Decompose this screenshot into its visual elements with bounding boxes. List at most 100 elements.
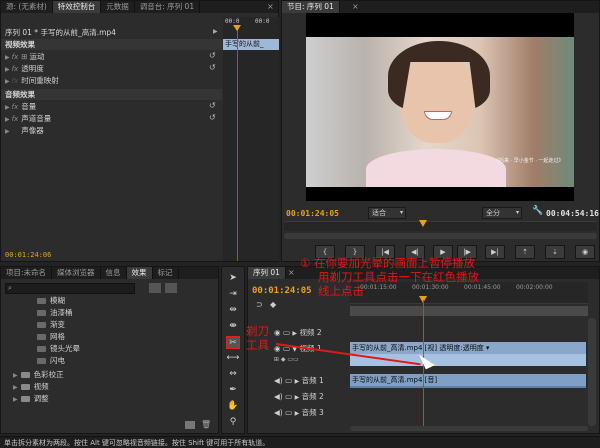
- export-frame-button[interactable]: ◉: [575, 245, 595, 259]
- track-keyframe-controls[interactable]: ⊞ ◆ ▭▭: [272, 356, 346, 366]
- play-only-icon[interactable]: ▶: [213, 28, 218, 35]
- reset-icon[interactable]: ↺: [209, 101, 216, 110]
- new-bin-icon[interactable]: [185, 421, 195, 429]
- wrench-icon[interactable]: 🔧: [532, 206, 543, 216]
- tab-program[interactable]: 节目: 序列 01: [282, 1, 340, 13]
- fx-icon[interactable]: fx: [12, 103, 19, 111]
- tab-markers[interactable]: 标记: [153, 267, 179, 279]
- list-item[interactable]: ▶ 调整: [13, 393, 49, 404]
- pm-time-ruler[interactable]: [284, 221, 597, 231]
- video-frame[interactable]: 《后来 · 早小金节 · 一起走过》: [306, 13, 574, 201]
- reset-icon[interactable]: ↺: [209, 63, 216, 72]
- lock-icon[interactable]: ▭: [283, 328, 290, 337]
- list-item[interactable]: 模糊: [37, 295, 65, 306]
- expand-icon[interactable]: ▶: [13, 396, 18, 403]
- panel-close-icon[interactable]: ×: [267, 2, 274, 11]
- track-header-audio-3[interactable]: ◀) ▭ ▶ 音频 3: [272, 406, 346, 420]
- lock-icon[interactable]: ▭: [285, 376, 292, 385]
- expand-icon[interactable]: ▶: [292, 330, 297, 337]
- speaker-icon[interactable]: ◀): [274, 392, 283, 401]
- hand-tool-icon[interactable]: ✋: [226, 400, 240, 413]
- list-item[interactable]: 油漆桶: [37, 307, 73, 318]
- tab-sequence[interactable]: 序列 01: [248, 267, 286, 279]
- expand-icon[interactable]: ▶: [5, 66, 10, 73]
- eye-icon[interactable]: ◉: [274, 328, 281, 337]
- marker-icon[interactable]: ◆: [270, 300, 276, 309]
- expand-icon[interactable]: ▶: [295, 378, 300, 385]
- expand-icon[interactable]: ▶: [5, 54, 10, 61]
- effect-row-time-remap[interactable]: ▶ fx 时间重映射: [1, 75, 59, 86]
- tab-source[interactable]: 源: (无素材): [1, 1, 53, 13]
- ec-playhead[interactable]: [237, 25, 238, 261]
- list-item[interactable]: ▶ 色彩校正: [13, 369, 64, 380]
- effects-search-field[interactable]: [17, 284, 133, 293]
- go-to-out-button[interactable]: ▶|: [485, 245, 505, 259]
- ripple-edit-tool-icon[interactable]: ⇹: [226, 304, 240, 317]
- speaker-icon[interactable]: ◀): [274, 408, 283, 417]
- slide-tool-icon[interactable]: ⇔: [226, 368, 240, 381]
- rolling-edit-tool-icon[interactable]: ⇼: [226, 320, 240, 333]
- lift-button[interactable]: ⇡: [515, 245, 535, 259]
- lock-icon[interactable]: ▭: [285, 408, 292, 417]
- fx-icon[interactable]: fx: [12, 65, 19, 73]
- list-item[interactable]: 闪电: [37, 355, 65, 366]
- pm-playhead-marker-icon[interactable]: [419, 220, 427, 227]
- tab-media-browser[interactable]: 媒体浏览器: [52, 267, 101, 279]
- fx-icon[interactable]: fx: [12, 115, 19, 123]
- new-bin-icon[interactable]: [165, 283, 177, 293]
- resolution-dropdown[interactable]: 全分 ▾: [482, 207, 522, 219]
- expand-icon[interactable]: ▶: [13, 372, 18, 379]
- effect-row-motion[interactable]: ▶ fx ⊞ 运动: [1, 51, 45, 62]
- fit-dropdown[interactable]: 适合 ▾: [368, 207, 406, 219]
- extract-button[interactable]: ⇣: [545, 245, 565, 259]
- fx-icon[interactable]: fx: [12, 53, 19, 61]
- expand-icon[interactable]: ▶: [5, 128, 10, 135]
- tab-info[interactable]: 信息: [101, 267, 127, 279]
- effect-row-volume[interactable]: ▶ fx 音量: [1, 101, 36, 112]
- slip-tool-icon[interactable]: ⟷: [226, 352, 240, 365]
- timeline-vertical-scrollbar[interactable]: [588, 318, 596, 426]
- track-select-tool-icon[interactable]: ⇥: [226, 288, 240, 301]
- track-header-audio-1[interactable]: ◀) ▭ ▶ 音频 1: [272, 374, 346, 388]
- work-area-bar[interactable]: [350, 306, 588, 316]
- effect-row-panner[interactable]: ▶fx声像器: [1, 125, 44, 136]
- track-header-audio-2[interactable]: ◀) ▭ ▶ 音频 2: [272, 390, 346, 404]
- list-item[interactable]: ▶ 视频: [13, 381, 49, 392]
- new-bin-icon[interactable]: [149, 283, 161, 293]
- timeline-horizontal-scrollbar[interactable]: [350, 426, 588, 431]
- audio-clip[interactable]: 手写的从前_高清.mp4 [音]: [350, 374, 586, 386]
- effects-search-input[interactable]: ⌕: [5, 283, 135, 294]
- panel-close-icon[interactable]: ×: [352, 2, 359, 11]
- tab-project[interactable]: 项目:未命名: [1, 267, 53, 279]
- expand-icon[interactable]: ▶: [13, 384, 18, 391]
- track-header-video-2[interactable]: ◉ ▭ ▶ 视频 2: [272, 326, 346, 340]
- tab-metadata[interactable]: 元数据: [101, 1, 135, 13]
- effect-row-channel-volume[interactable]: ▶ fx 声道音量: [1, 113, 51, 124]
- list-item[interactable]: 渐变: [37, 319, 65, 330]
- ec-playhead-marker-icon[interactable]: [233, 25, 241, 31]
- video-clip[interactable]: 手写的从前_高清.mp4 [视] 透明度:透明度 ▾: [350, 342, 586, 354]
- expand-icon[interactable]: ▶: [5, 116, 10, 123]
- tab-audio-mixer[interactable]: 调音台: 序列 01: [135, 1, 201, 13]
- trash-icon[interactable]: 🗑: [201, 420, 211, 429]
- lock-icon[interactable]: ▭: [285, 392, 292, 401]
- reset-icon[interactable]: ↺: [209, 51, 216, 60]
- list-item[interactable]: 镜头光晕: [37, 343, 80, 354]
- panel-close-icon[interactable]: ×: [288, 268, 295, 277]
- pen-tool-icon[interactable]: ✒: [226, 384, 240, 397]
- expand-icon[interactable]: ▶: [295, 394, 300, 401]
- reset-icon[interactable]: ↺: [209, 113, 216, 122]
- speaker-icon[interactable]: ◀): [274, 376, 283, 385]
- expand-icon[interactable]: ▶: [5, 104, 10, 111]
- selection-tool-icon[interactable]: ➤: [226, 272, 240, 285]
- effect-row-opacity[interactable]: ▶ fx 透明度: [1, 63, 44, 74]
- razor-tool-icon[interactable]: ✂: [226, 336, 240, 349]
- snap-icon[interactable]: ⊃: [256, 300, 263, 309]
- zoom-tool-icon[interactable]: ⚲: [226, 416, 240, 429]
- list-item[interactable]: 网格: [37, 331, 65, 342]
- expand-icon[interactable]: ▶: [5, 78, 10, 85]
- expand-icon[interactable]: ▶: [295, 410, 300, 417]
- tab-effect-controls[interactable]: 特效控制台: [52, 1, 102, 13]
- pm-zoom-bar[interactable]: [284, 233, 597, 239]
- tab-effects[interactable]: 效果: [126, 267, 153, 279]
